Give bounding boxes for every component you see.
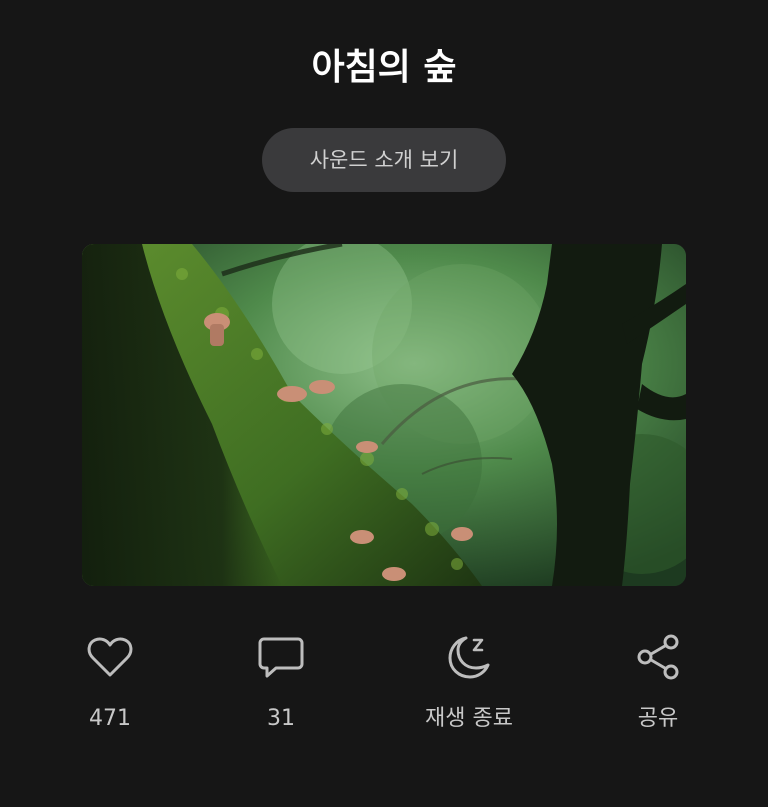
sleep-timer-label: 재생 종료: [425, 706, 513, 731]
comment-button[interactable]: 31: [211, 626, 351, 746]
sleep-timer-button[interactable]: 재생 종료: [399, 626, 539, 746]
comment-icon: [258, 637, 304, 678]
share-label: 공유: [637, 706, 679, 731]
share-icon: [637, 634, 679, 680]
cover-image: [82, 244, 686, 586]
heart-icon: [87, 637, 133, 677]
share-button[interactable]: 공유: [588, 626, 728, 746]
comment-count: 31: [267, 706, 295, 731]
page-title: 아침의 숲: [311, 47, 457, 88]
sound-intro-button[interactable]: 사운드 소개 보기: [262, 128, 506, 192]
like-count: 471: [89, 706, 131, 731]
moon-sleep-icon: [448, 636, 490, 679]
like-button[interactable]: 471: [40, 626, 180, 746]
action-bar: 471 31 재생 종료 공유: [0, 626, 768, 746]
